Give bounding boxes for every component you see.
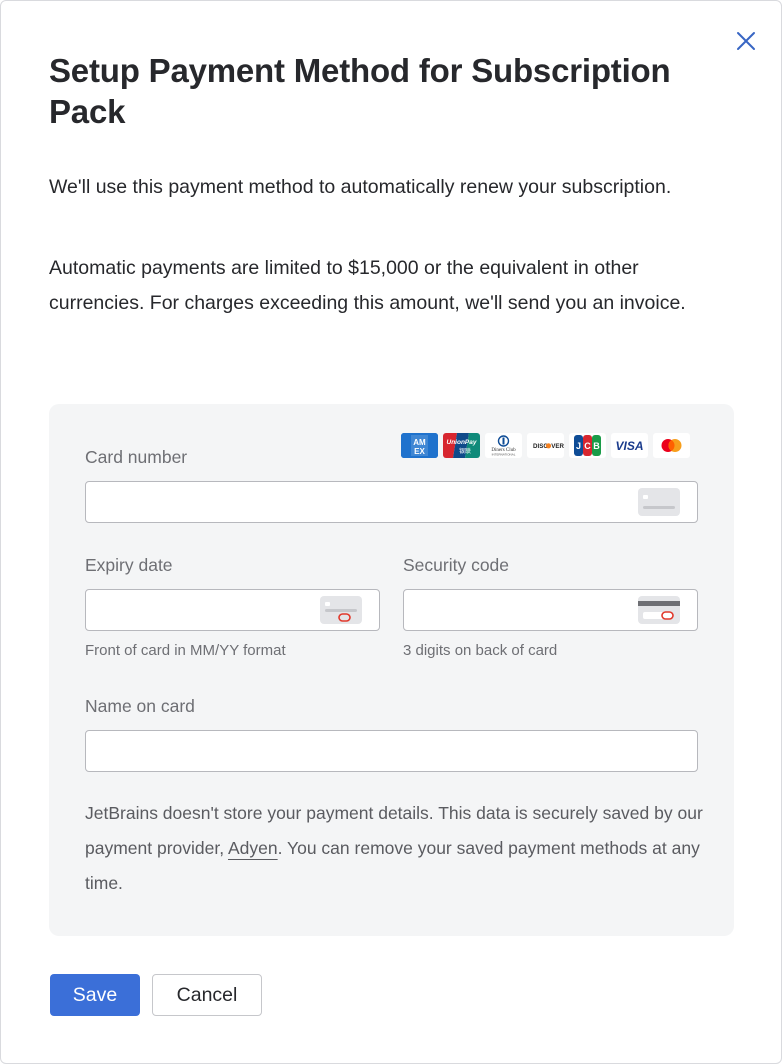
card-form-panel: Card number AM EX UnionPay 银联 Diners Clu… (49, 404, 734, 936)
card-front-icon (638, 488, 680, 516)
svg-text:C: C (584, 441, 591, 451)
name-on-card-input[interactable] (85, 730, 698, 772)
svg-text:EX: EX (414, 447, 425, 456)
expiry-date-label: Expiry date (85, 555, 173, 575)
dialog-title: Setup Payment Method for Subscription Pa… (49, 52, 671, 130)
svg-text:B: B (593, 441, 600, 451)
security-code-label: Security code (403, 555, 510, 575)
svg-text:UnionPay: UnionPay (447, 439, 477, 446)
close-button[interactable] (734, 29, 758, 53)
close-icon (737, 32, 755, 50)
svg-text:INTERNATIONAL: INTERNATIONAL (492, 453, 516, 457)
accepted-card-brands: AM EX UnionPay 银联 Diners Club INTERNATIO… (401, 433, 690, 458)
svg-text:VER: VER (551, 443, 564, 450)
expiry-date-input[interactable] (85, 589, 380, 631)
cancel-button[interactable]: Cancel (152, 974, 262, 1016)
security-code-hint: 3 digits on back of card (403, 642, 558, 659)
diners-club-logo-icon: Diners Club INTERNATIONAL (485, 433, 522, 458)
card-back-cvc-icon (638, 596, 680, 624)
save-button[interactable]: Save (50, 974, 140, 1016)
card-number-input[interactable] (85, 481, 698, 523)
discover-logo-icon: DISC VER (527, 433, 564, 458)
card-number-label: Card number (85, 447, 188, 467)
jcb-logo-icon: J C B (569, 433, 606, 458)
card-expiry-icon (320, 596, 362, 624)
svg-text:银联: 银联 (459, 447, 471, 455)
security-code-input[interactable] (403, 589, 698, 631)
name-on-card-label: Name on card (85, 696, 195, 716)
payment-method-dialog: Setup Payment Method for Subscription Pa… (0, 0, 782, 1064)
limit-description: Automatic payments are limited to $15,00… (49, 257, 686, 314)
amex-logo-icon: AM EX (401, 433, 438, 458)
unionpay-logo-icon: UnionPay 银联 (443, 433, 480, 458)
expiry-date-hint: Front of card in MM/YY format (85, 642, 286, 659)
svg-text:AM: AM (413, 438, 426, 447)
svg-text:VISA: VISA (615, 439, 643, 453)
privacy-notice: JetBrains doesn't store your payment det… (85, 796, 705, 901)
adyen-link[interactable]: Adyen (228, 838, 278, 858)
svg-text:J: J (576, 441, 581, 451)
renew-description: We'll use this payment method to automat… (49, 176, 672, 198)
visa-logo-icon: VISA (611, 433, 648, 458)
mastercard-logo-icon (653, 433, 690, 458)
